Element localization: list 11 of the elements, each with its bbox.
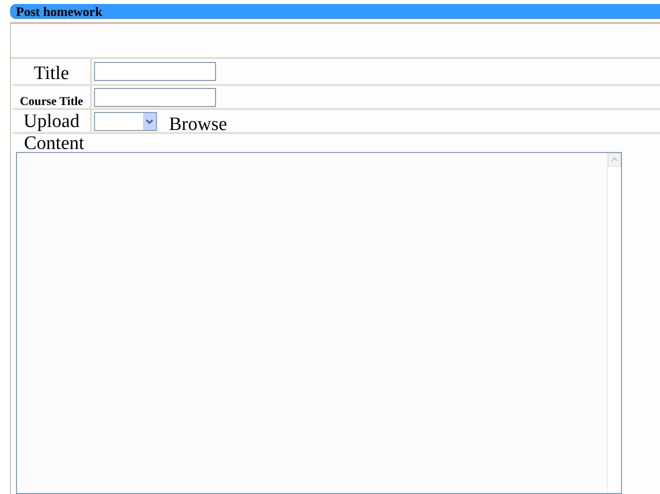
scrollbar[interactable] [607, 153, 621, 493]
scroll-up-icon[interactable] [608, 153, 621, 167]
page-title: Post homework [16, 5, 102, 18]
file-dropdown[interactable] [94, 112, 157, 130]
field-label: Course Title [20, 95, 84, 107]
field-label: Upload [24, 112, 80, 131]
text-field[interactable] [94, 62, 216, 81]
browse-link[interactable]: Browse [169, 114, 228, 134]
field-label: Title [34, 64, 70, 83]
text-field[interactable] [94, 88, 216, 106]
field-label: Content [23, 134, 84, 153]
